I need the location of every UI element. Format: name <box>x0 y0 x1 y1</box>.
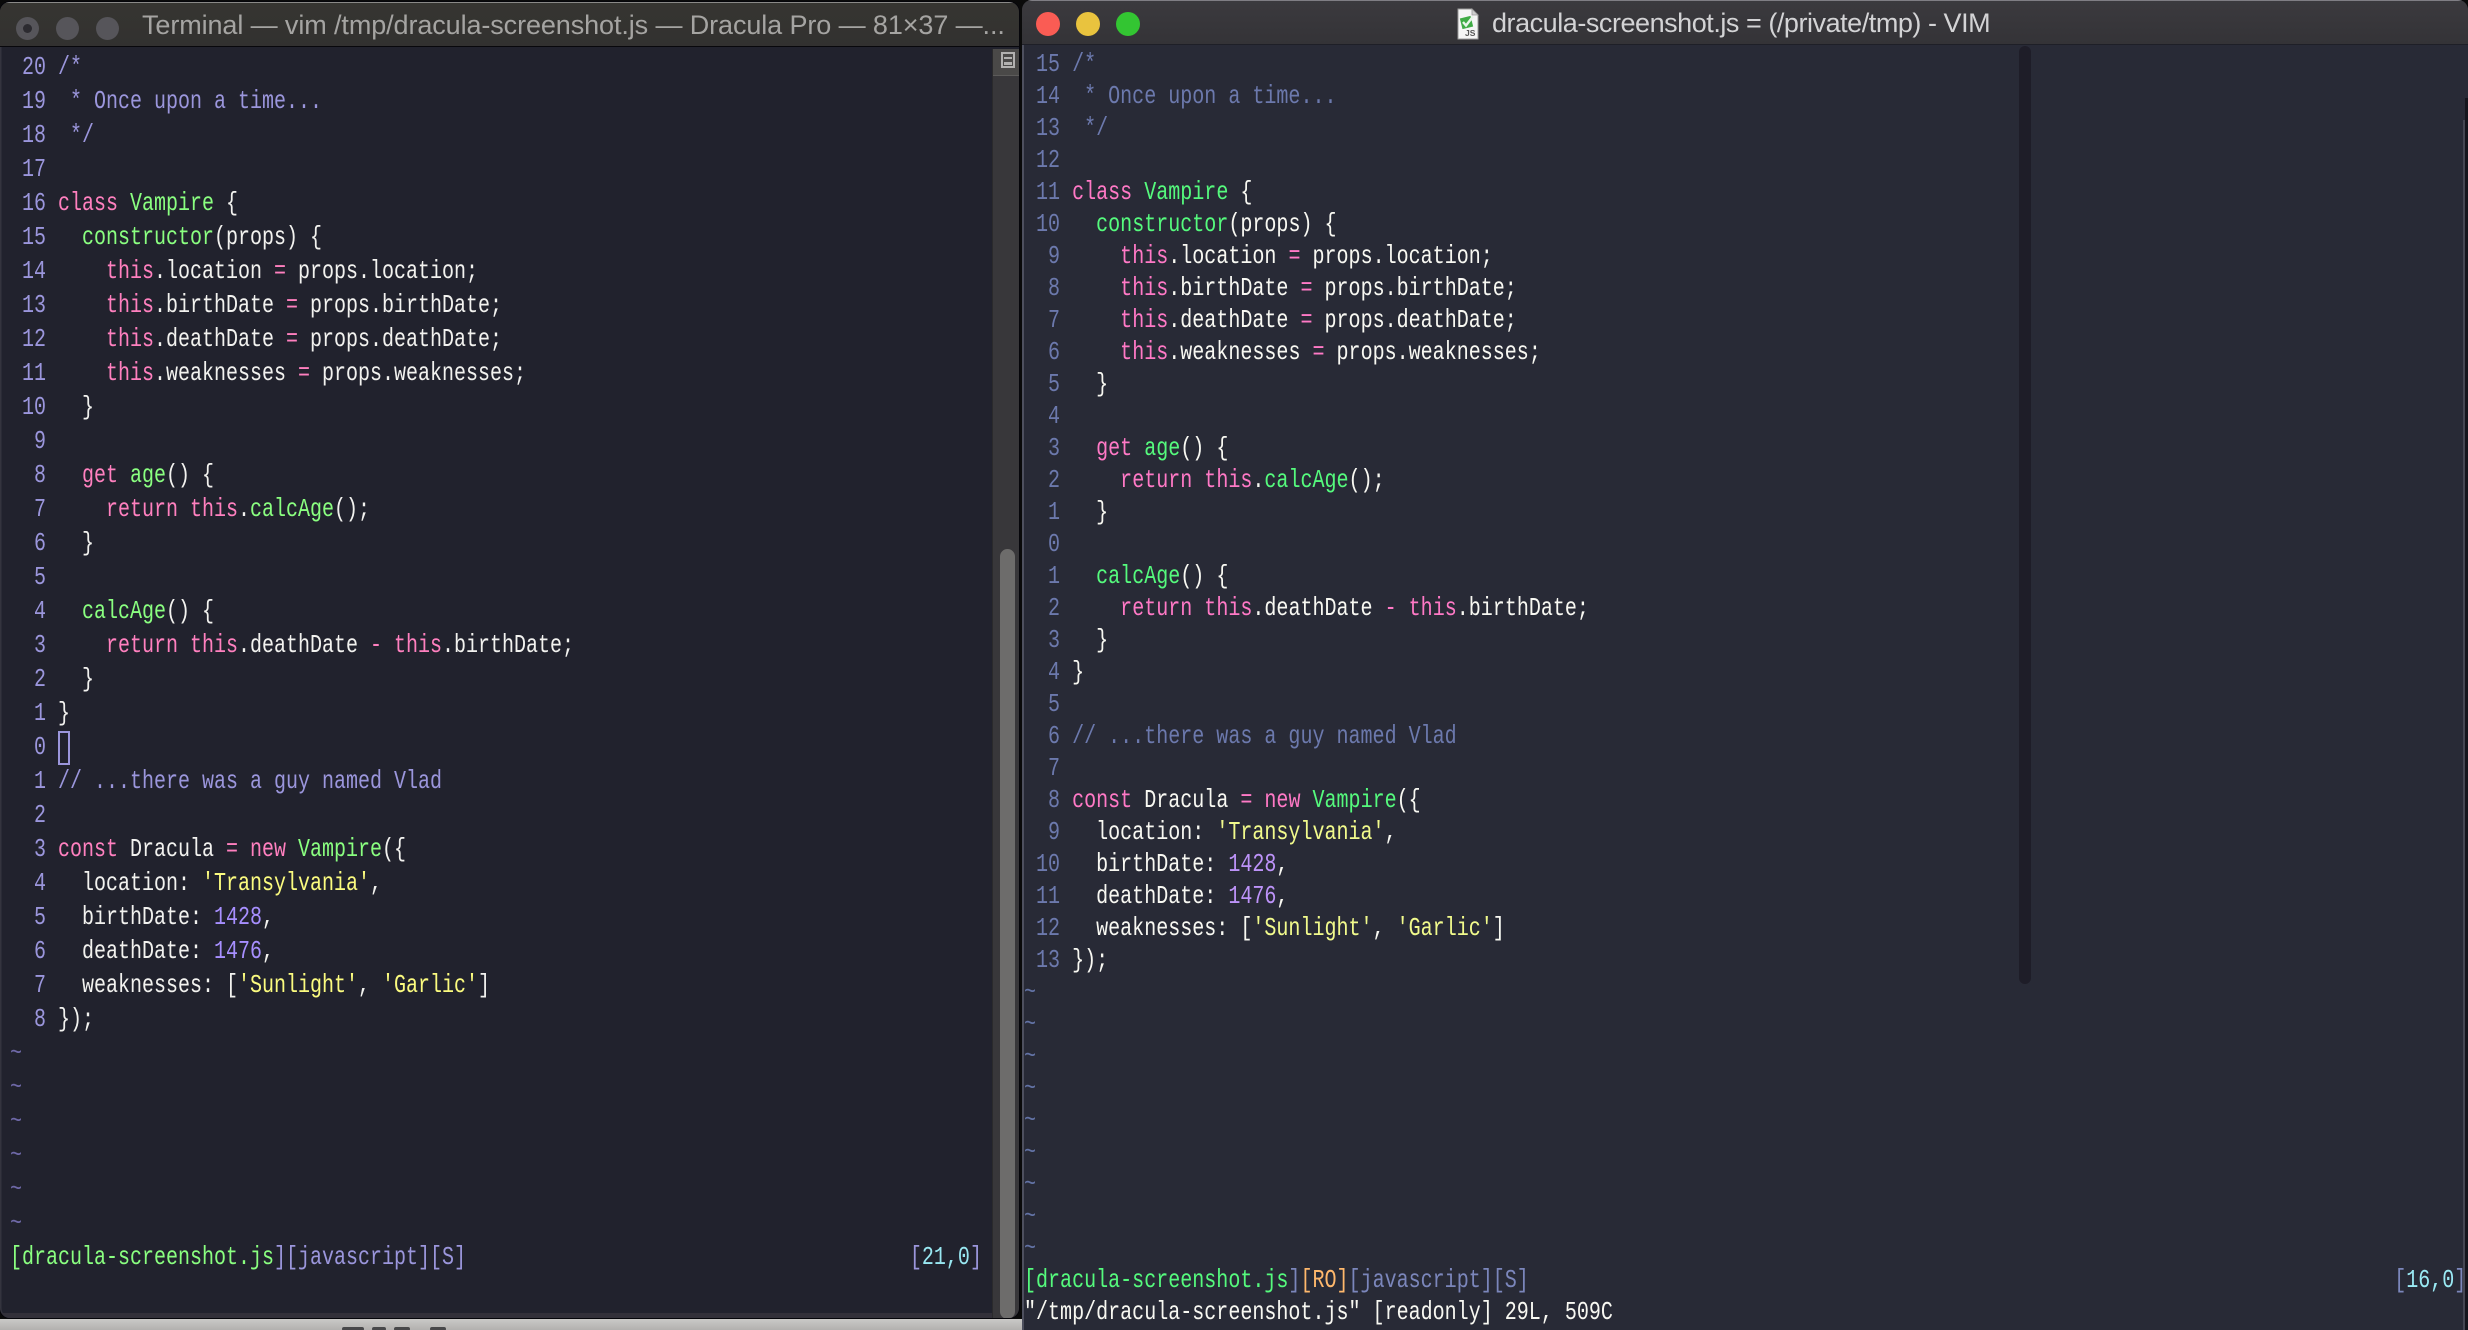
svg-text:JS: JS <box>1465 28 1476 38</box>
